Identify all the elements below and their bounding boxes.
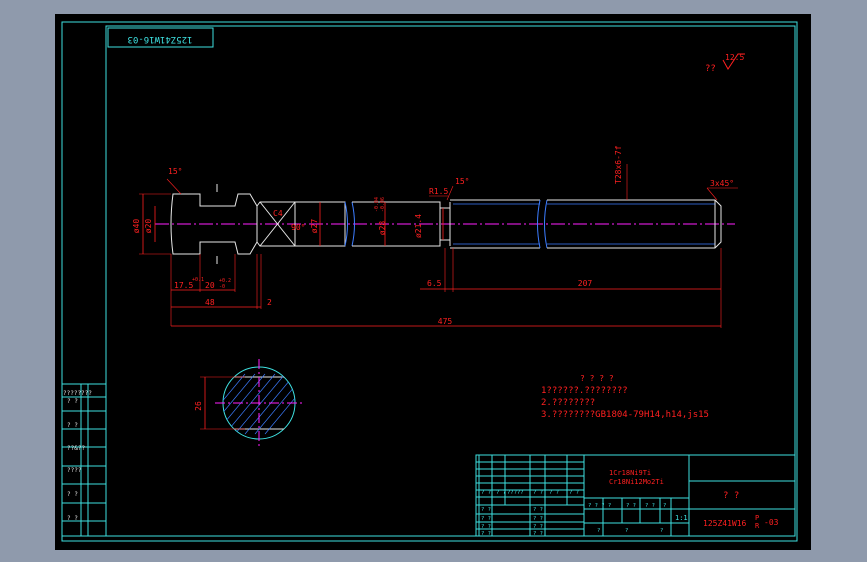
svg-text:?: ? (597, 528, 600, 534)
dim-l20-tol-dn: -0 (219, 284, 225, 290)
dim-l17-5-tol: +0.1 (192, 277, 204, 283)
svg-text:? ?: ? ? (549, 490, 559, 496)
dim-d40: ø40 (132, 219, 141, 234)
svg-text:? ?: ? ? (645, 503, 655, 509)
scale: 1:1 (675, 514, 688, 522)
dim-c4: C4 (273, 209, 283, 218)
svg-text:????: ???? (67, 467, 82, 474)
side-column (61, 383, 107, 537)
svg-text:?: ? (663, 503, 666, 509)
dim-d21-4: ø21.4 (414, 214, 423, 238)
svg-text:? ?: ? ? (481, 516, 491, 522)
dim-thread: T28x6-7f (614, 145, 623, 184)
roughness-mark: ?? (705, 64, 716, 74)
dim-l48: 48 (205, 298, 215, 307)
notes-title: ? ? ? ? (580, 374, 614, 383)
svg-text:? ?: ? ? (496, 490, 506, 496)
dim-d28: ø28 (378, 221, 387, 236)
svg-text:? ?: ? ? (67, 422, 78, 429)
svg-text:? ?: ? ? (67, 515, 78, 522)
technical-notes: ? ? ? ? 1??????.???????? 2.???????? 3.??… (541, 374, 709, 420)
dim-d27: ø27 (310, 219, 319, 234)
dim-chamfer: 3x45° (710, 179, 734, 188)
svg-text:? ?: ? ? (533, 490, 543, 496)
section-view: 26 (194, 359, 305, 446)
note-1: 1??????.???????? (541, 386, 628, 396)
dim-r1-5: R1.5 (429, 187, 448, 196)
drawing-number-suffix-bottom: R (755, 522, 760, 530)
drawing-number: 125Z41W16 (703, 519, 747, 528)
svg-text:? ?: ? ? (481, 524, 491, 530)
dim-section-26: 26 (194, 401, 203, 411)
cad-viewport[interactable]: 125Z41W16-03 ?? 12.5 ø40 ø20 15° C4 90° … (55, 14, 811, 550)
svg-text:? ?: ? ? (67, 398, 78, 405)
svg-text:? ?: ? ? (533, 507, 543, 513)
roughness-symbol: ?? 12.5 (705, 53, 745, 74)
svg-text:????????: ???????? (63, 390, 92, 397)
dimensions: ø40 ø20 15° C4 90° ø27 ø28 -0.04 -0.06 ø… (132, 145, 738, 328)
dim-d20: ø20 (144, 219, 153, 234)
note-2: 2.???????? (541, 398, 595, 408)
svg-text:? ? ? ?: ? ? ? ? (588, 503, 611, 509)
material-1: 1Cr18Ni9Ti (609, 469, 651, 477)
dim-angle-15b: 15° (455, 177, 469, 186)
drawing-number-end: -03 (764, 518, 779, 527)
dim-l207: 207 (578, 279, 593, 288)
svg-text:? ?: ? ? (533, 524, 543, 530)
drawing-canvas: 125Z41W16-03 ?? 12.5 ø40 ø20 15° C4 90° … (61, 21, 798, 542)
note-3: 3.????????GB1804-79H14,h14,js15 (541, 410, 709, 420)
svg-text:? ?: ? ? (481, 490, 491, 496)
title-block (475, 454, 796, 537)
material-2: Cr18Ni12Mo2Ti (609, 478, 664, 486)
svg-text:?: ? (625, 528, 628, 534)
svg-text:? ?: ? ? (533, 531, 543, 537)
svg-text:? ?: ? ? (626, 503, 636, 509)
dim-l6-5: 6.5 (427, 279, 442, 288)
svg-text:? ?: ? ? (569, 490, 579, 496)
dim-d28-tol-dn: -0.06 (380, 197, 386, 212)
title-block-main-text: 1Cr18Ni9Ti Cr18Ni12Mo2Ti ? ? 1:1 125Z41W… (609, 469, 779, 530)
dim-l20: 20 (205, 281, 215, 290)
dim-l2: 2 (267, 298, 272, 307)
svg-text:? ?: ? ? (481, 531, 491, 537)
dim-angle-15a: 15° (168, 167, 182, 176)
mirrored-number-box: 125Z41W16-03 (107, 27, 214, 48)
svg-text:? ?: ? ? (533, 516, 543, 522)
svg-text:?: ? (660, 528, 663, 534)
svg-text:?????: ????? (507, 490, 524, 496)
drawing-number-suffix-top: P (755, 514, 759, 522)
dim-l17-5: 17.5 (174, 281, 193, 290)
svg-text:? ?: ? ? (67, 491, 78, 498)
dim-l475: 475 (438, 317, 453, 326)
dim-angle-90: 90° (291, 223, 305, 232)
svg-text:??&??: ??&?? (67, 445, 85, 452)
svg-text:? ?: ? ? (481, 507, 491, 513)
part-name: ? ? (723, 491, 739, 501)
mirrored-drawing-number: 125Z41W16-03 (127, 34, 192, 44)
